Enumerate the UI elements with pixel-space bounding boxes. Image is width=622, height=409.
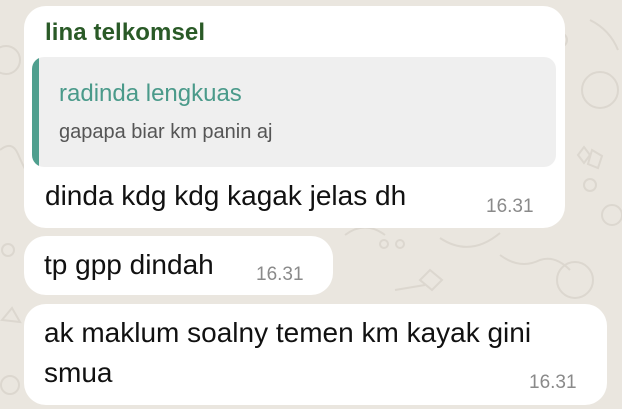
quoted-text: gapapa biar km panin aj xyxy=(59,121,273,143)
message-timestamp: 16.31 xyxy=(486,196,534,217)
message-timestamp: 16.31 xyxy=(529,372,577,393)
message-text: dinda kdg kdg kagak jelas dh xyxy=(45,180,407,211)
quote-accent-bar xyxy=(32,57,39,167)
sender-name[interactable]: lina telkomsel xyxy=(45,19,205,47)
quoted-author: radinda lengkuas xyxy=(59,80,242,107)
message-bubble-2[interactable]: tp gpp dindah 16.31 xyxy=(24,236,333,295)
message-text: ak maklum soalny temen km kayak gini smu… xyxy=(44,317,532,388)
quoted-reply[interactable]: radinda lengkuas gapapa biar km panin aj xyxy=(32,57,556,167)
message-bubble-1[interactable]: lina telkomsel radinda lengkuas gapapa b… xyxy=(24,6,565,228)
message-timestamp: 16.31 xyxy=(256,264,304,285)
message-text: tp gpp dindah xyxy=(44,249,214,280)
message-bubble-3[interactable]: ak maklum soalny temen km kayak gini smu… xyxy=(24,304,607,405)
